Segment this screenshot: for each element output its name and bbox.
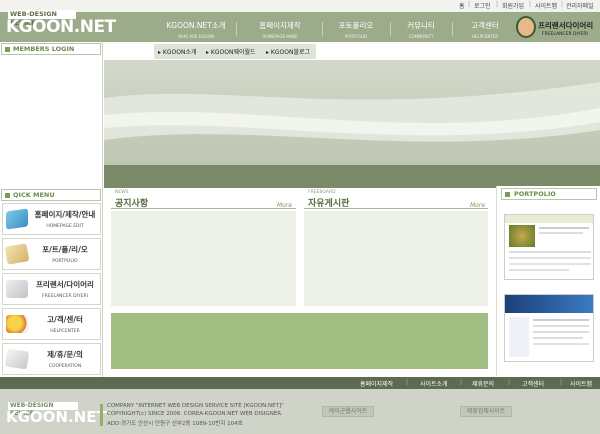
quick-menu-title: 포/트/폴/리/오 bbox=[42, 245, 88, 254]
promo-banner[interactable] bbox=[111, 313, 488, 369]
util-separator: | bbox=[496, 1, 499, 8]
nav-item-subtitle: PORTFOLIO bbox=[344, 34, 368, 39]
quick-menu-freelancer[interactable]: 프리랜서/다이어리 FREELANCER DIYERI bbox=[2, 273, 101, 305]
nav-item-subtitle: COMMUNITY bbox=[408, 34, 434, 39]
envelope-icon bbox=[4, 348, 30, 370]
nav-item-title: 홈페이지제작 bbox=[259, 21, 301, 30]
nav-item-community[interactable]: 커뮤니티 COMMUNITY bbox=[398, 20, 444, 39]
footer-link-cooperation[interactable]: 제휴문의 bbox=[472, 379, 494, 388]
quick-menu-subtitle: HOMEPAGE EDIT bbox=[46, 224, 84, 229]
footer-link-about[interactable]: 사이트소개 bbox=[420, 379, 448, 388]
nav-divider bbox=[322, 22, 323, 36]
bullet-icon bbox=[5, 193, 10, 198]
quick-menu-subtitle: FREELANCER DIYERI bbox=[42, 294, 88, 299]
nav-item-title: 고객센터 bbox=[471, 21, 499, 30]
quick-menu-title: 홈페이지/제작/안내 bbox=[34, 210, 96, 219]
freelancer-diary-title[interactable]: 프리랜서다이어리 bbox=[538, 20, 593, 31]
book-icon bbox=[6, 280, 28, 298]
footer-link-helpcenter[interactable]: 고객센터 bbox=[522, 379, 544, 388]
portfolio-title: PORTPOLIO bbox=[514, 190, 556, 198]
util-link-join[interactable]: 회원가입 bbox=[502, 1, 524, 10]
footer-separator: | bbox=[560, 379, 563, 386]
members-login-header: MEMBERS LOGIN bbox=[1, 43, 101, 55]
nav-item-about[interactable]: KGOON.NET소개 WHO ARE KGOON bbox=[164, 20, 228, 39]
nav-divider bbox=[452, 22, 453, 36]
members-login-label: MEMBERS LOGIN bbox=[13, 45, 75, 53]
quick-menu-title: 프리랜서/다이어리 bbox=[36, 280, 94, 289]
bullet-icon bbox=[505, 192, 510, 197]
nav-item-title: 포토폴리오 bbox=[338, 21, 374, 30]
main-banner bbox=[104, 60, 600, 188]
util-link-login[interactable]: 로그인 bbox=[474, 1, 491, 10]
monitor-icon bbox=[6, 208, 28, 230]
nav-divider bbox=[390, 22, 391, 36]
util-link-home[interactable]: 홈 bbox=[459, 1, 465, 10]
subnav-label: KGOON블로그 bbox=[270, 49, 310, 56]
footer-separator: | bbox=[406, 379, 409, 386]
quick-menu-header: QICK MENU bbox=[1, 189, 101, 201]
bullet-icon bbox=[5, 47, 10, 52]
subnav-label: KGOON웨이월드 bbox=[210, 49, 256, 56]
freelancer-diary-subtitle: FREELANCER DIYERI bbox=[542, 32, 588, 37]
util-separator: | bbox=[468, 1, 471, 8]
freeboard-label: FREEBOARD bbox=[308, 190, 336, 195]
subnav-item-about[interactable]: ▸ KGOON소개 bbox=[158, 47, 196, 56]
quick-menu-homepage[interactable]: 홈페이지/제작/안내 HOMEPAGE EDIT bbox=[2, 203, 101, 235]
documents-icon bbox=[4, 243, 30, 265]
footer-copyright: COPYRIGHT(c) SINCE 2006. COREA-KGOON.NET… bbox=[107, 411, 283, 417]
util-separator: | bbox=[529, 1, 532, 8]
freeboard-underline bbox=[304, 208, 488, 209]
util-link-admin-mail[interactable]: 관리자메일 bbox=[566, 1, 594, 10]
footer-company-info: COMPANY "INTERNET WEB DESIGN SERVICE SIT… bbox=[107, 403, 284, 409]
freelancer-avatar-icon[interactable] bbox=[516, 16, 536, 38]
portfolio-header: PORTPOLIO bbox=[501, 188, 597, 200]
footer-separator: | bbox=[508, 379, 511, 386]
quick-menu-subtitle: PORTPOLIO bbox=[52, 259, 78, 264]
notice-underline bbox=[111, 208, 296, 209]
nav-item-subtitle: HOMEPAGE MAKE bbox=[262, 34, 298, 39]
footer-logo: KGOON.NET bbox=[6, 408, 107, 426]
quick-menu-title: 제/휴/문/의 bbox=[47, 350, 83, 359]
nav-item-helpcenter[interactable]: 고객센터 HELPCENTER bbox=[460, 20, 510, 39]
login-box bbox=[2, 56, 101, 184]
nav-divider bbox=[236, 22, 237, 36]
quick-menu-portfolio[interactable]: 포/트/폴/리/오 PORTPOLIO bbox=[2, 238, 101, 270]
footer-divider bbox=[100, 404, 103, 426]
quick-menu-label: QICK MENU bbox=[13, 191, 55, 199]
nav-item-homepage[interactable]: 홈페이지제작 HOMEPAGE MAKE bbox=[250, 20, 310, 39]
nav-item-title: 커뮤니티 bbox=[407, 21, 435, 30]
partner-site-button[interactable]: 제휴업체사이트 bbox=[460, 406, 512, 417]
footer-link-sitemap[interactable]: 사이트맵 bbox=[570, 379, 592, 388]
quick-menu-cooperation[interactable]: 제/휴/문/의 COOPERATION bbox=[2, 343, 101, 375]
quick-menu-title: 고/객/센/터 bbox=[47, 315, 83, 324]
quick-menu-helpcenter[interactable]: 고/객/센/터 HELPCENTER bbox=[2, 308, 101, 340]
quick-menu-subtitle: COOPERATION bbox=[48, 364, 82, 369]
subnav-item-blog[interactable]: ▸ KGOON블로그 bbox=[266, 47, 310, 56]
nav-item-subtitle: WHO ARE KGOON bbox=[178, 34, 214, 39]
util-link-sitemap[interactable]: 사이트맵 bbox=[535, 1, 557, 10]
footer-link-homepage[interactable]: 홈페이지제작 bbox=[360, 379, 393, 388]
portfolio-thumbnail[interactable] bbox=[504, 294, 594, 362]
nav-item-title: KGOON.NET소개 bbox=[166, 21, 226, 30]
quick-menu-subtitle: HELPCENTER bbox=[50, 329, 80, 334]
kgoon-website-button[interactable]: 케이군웹사이트 bbox=[322, 406, 374, 417]
subnav-item-wayworld[interactable]: ▸ KGOON웨이월드 bbox=[206, 47, 256, 56]
news-label: NEWS bbox=[115, 190, 129, 195]
support-icon bbox=[6, 315, 28, 333]
site-logo[interactable]: KGOON.NET bbox=[6, 17, 116, 37]
portfolio-thumbnail[interactable] bbox=[504, 214, 594, 280]
util-separator: | bbox=[561, 1, 564, 8]
nav-item-subtitle: HELPCENTER bbox=[471, 34, 499, 39]
subnav-label: KGOON소개 bbox=[162, 49, 197, 56]
footer-separator: | bbox=[460, 379, 463, 386]
nav-item-portfolio[interactable]: 포토폴리오 PORTFOLIO bbox=[330, 20, 382, 39]
notice-list bbox=[111, 211, 296, 306]
footer-address: ADD:경기도 안산시 단원구 선부2동 1089-10번지 104호 bbox=[107, 421, 243, 427]
freeboard-list bbox=[304, 211, 488, 306]
